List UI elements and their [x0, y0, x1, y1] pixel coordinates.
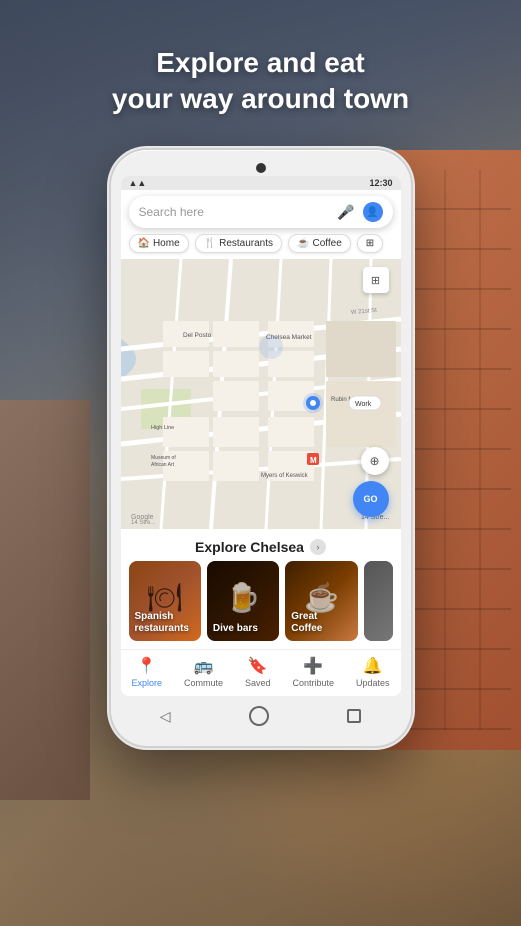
headline-line2: your way around town — [112, 83, 409, 114]
card-bars[interactable]: Dive bars — [207, 561, 279, 641]
card-extra[interactable] — [364, 561, 393, 641]
nav-explore-label: Explore — [131, 678, 162, 688]
headline: Explore and eat your way around town — [0, 45, 521, 118]
contribute-icon: ➕ — [303, 656, 323, 676]
nav-saved-label: Saved — [245, 678, 271, 688]
card-spanish[interactable]: Spanishrestaurants — [129, 561, 201, 641]
bg-building-left — [0, 400, 90, 800]
headline-line1: Explore and eat — [156, 47, 365, 78]
updates-icon: 🔔 — [363, 656, 383, 676]
layers-button[interactable]: ⊞ — [363, 267, 389, 293]
chip-more[interactable]: ⊞ — [357, 234, 383, 253]
go-button[interactable]: GO — [353, 481, 389, 517]
svg-text:High Line: High Line — [151, 425, 174, 431]
filter-chips: 🏠 Home 🍴 Restaurants ☕ Coffee ⊞ — [121, 234, 401, 259]
nav-commute-label: Commute — [184, 678, 223, 688]
commute-icon: 🚌 — [194, 656, 214, 676]
svg-text:M: M — [310, 456, 317, 465]
back-button[interactable]: ◁ — [160, 708, 171, 725]
phone-device: ▲▲ 12:30 Search here 🎤 👤 🏠 Home 🍴 — [111, 150, 411, 746]
saved-icon: 🔖 — [248, 656, 268, 676]
phone-wrapper: ▲▲ 12:30 Search here 🎤 👤 🏠 Home 🍴 — [111, 150, 411, 746]
explore-title: Explore Chelsea — [195, 539, 304, 555]
card-bars-label: Dive bars — [213, 623, 258, 635]
nav-commute[interactable]: 🚌 Commute — [184, 656, 223, 688]
svg-text:Myers of Keswick: Myers of Keswick — [261, 473, 309, 479]
mic-icon[interactable]: 🎤 — [337, 204, 354, 221]
chip-home[interactable]: 🏠 Home — [129, 234, 189, 253]
recents-button[interactable] — [347, 709, 361, 723]
nav-explore[interactable]: 📍 Explore — [131, 656, 162, 688]
svg-text:Work: Work — [355, 401, 372, 408]
search-placeholder: Search here — [139, 205, 330, 219]
svg-text:Del Posto: Del Posto — [183, 332, 212, 339]
explore-arrow[interactable]: › — [310, 539, 326, 555]
location-button[interactable]: ⊕ — [361, 447, 389, 475]
phone-camera — [256, 163, 266, 173]
home-button[interactable] — [249, 706, 269, 726]
explore-icon: 📍 — [137, 656, 157, 676]
svg-text:African Art: African Art — [151, 462, 175, 468]
nav-saved[interactable]: 🔖 Saved — [245, 656, 271, 688]
nav-bar: 📍 Explore 🚌 Commute 🔖 Saved ➕ Contribute — [121, 649, 401, 696]
status-bar: ▲▲ 12:30 — [121, 176, 401, 190]
status-signal: ▲▲ — [129, 178, 147, 188]
nav-contribute[interactable]: ➕ Contribute — [292, 656, 334, 688]
status-time: 12:30 — [369, 178, 392, 188]
phone-top — [121, 164, 401, 176]
svg-text:Museum of: Museum of — [151, 455, 176, 461]
search-bar[interactable]: Search here 🎤 👤 — [129, 196, 393, 228]
bottom-panel: Explore Chelsea › Spanishrestaurants Div… — [121, 531, 401, 696]
nav-updates[interactable]: 🔔 Updates — [356, 656, 390, 688]
nav-contribute-label: Contribute — [292, 678, 334, 688]
card-coffee-label: GreatCoffee — [291, 611, 322, 635]
chip-coffee[interactable]: ☕ Coffee — [288, 234, 351, 253]
card-coffee[interactable]: GreatCoffee — [285, 561, 357, 641]
map-area[interactable]: W 21st St W 20th St W 19th St W 18th St … — [121, 259, 401, 529]
explore-header[interactable]: Explore Chelsea › — [121, 531, 401, 561]
nav-updates-label: Updates — [356, 678, 390, 688]
chip-restaurants[interactable]: 🍴 Restaurants — [195, 234, 282, 253]
svg-text:Google: Google — [131, 514, 154, 521]
account-icon[interactable]: 👤 — [363, 202, 383, 222]
card-extra-bg — [364, 561, 393, 641]
card-spanish-label: Spanishrestaurants — [135, 611, 189, 635]
phone-screen: ▲▲ 12:30 Search here 🎤 👤 🏠 Home 🍴 — [121, 176, 401, 696]
phone-bottom: ◁ — [121, 696, 401, 732]
category-cards: Spanishrestaurants Dive bars GreatCoffee — [121, 561, 401, 649]
